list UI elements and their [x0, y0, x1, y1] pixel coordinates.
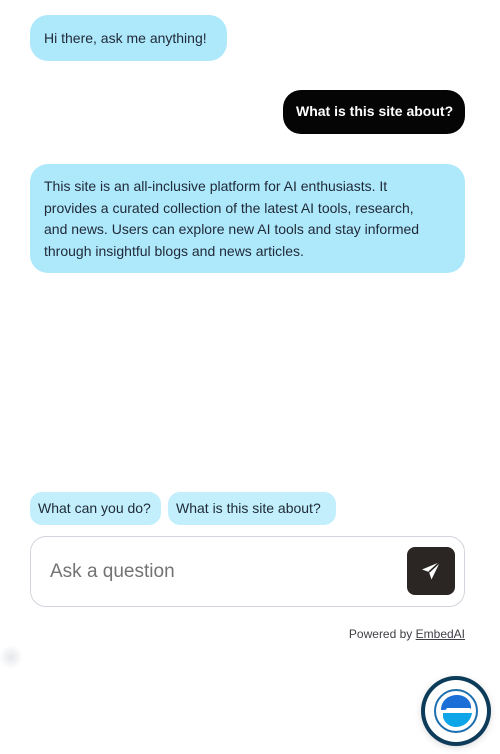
bot-message-text: Hi there, ask me anything! [44, 30, 207, 46]
chat-widget: Hi there, ask me anything! What is this … [0, 0, 500, 754]
bot-message-answer: This site is an all-inclusive platform f… [30, 164, 465, 273]
chat-launcher-button[interactable] [425, 680, 487, 742]
powered-by-label: Powered by [348, 627, 413, 641]
suggestion-chip-what-can-you-do[interactable]: What can you do? [30, 492, 161, 525]
bot-message-greeting: Hi there, ask me anything! [30, 15, 227, 61]
user-message: What is this site about? [283, 90, 465, 134]
suggestion-chip-what-is-this-site[interactable]: What is this site about? [168, 492, 336, 525]
embedai-link[interactable]: EmbedAI [416, 627, 465, 641]
embedai-logo-icon [434, 689, 478, 733]
question-input-box [30, 536, 465, 607]
send-button[interactable] [407, 547, 455, 595]
send-arrow-icon [422, 561, 441, 580]
question-input[interactable] [50, 555, 400, 589]
powered-by: Powered by EmbedAI [349, 627, 465, 641]
user-message-text: What is this site about? [296, 103, 454, 119]
decorative-shadow [0, 644, 22, 670]
